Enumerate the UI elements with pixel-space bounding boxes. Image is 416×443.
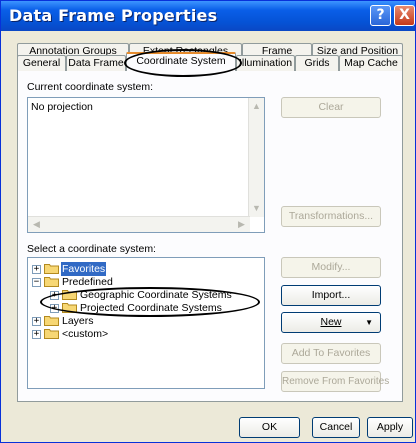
collapse-icon[interactable]: −	[32, 278, 41, 287]
remove-from-favorites-button[interactable]: Remove From Favorites	[281, 371, 389, 392]
tab-general[interactable]: General	[17, 55, 66, 71]
scroll-down-icon[interactable]: ▼	[249, 201, 264, 216]
current-cs-value: No projection	[31, 101, 93, 113]
scroll-up-icon[interactable]: ▲	[249, 99, 264, 114]
modify-button[interactable]: Modify...	[281, 257, 381, 278]
help-button[interactable]: ?	[370, 5, 391, 26]
new-button-label: New	[320, 316, 342, 328]
apply-button[interactable]: Apply	[367, 417, 413, 438]
tab-illumination[interactable]: Illumination	[236, 55, 295, 71]
dialog-window: Data Frame Properties ? X Annotation Gro…	[0, 0, 416, 443]
transformations-button[interactable]: Transformations...	[281, 206, 381, 227]
tab-map-cache[interactable]: Map Cache	[339, 55, 403, 71]
tab-coordinate-system[interactable]: Coordinate System	[126, 52, 236, 71]
folder-icon	[44, 264, 59, 274]
select-cs-label: Select a coordinate system:	[27, 243, 156, 255]
import-button[interactable]: Import...	[281, 285, 381, 306]
current-cs-textbox[interactable]: No projection ▲ ▼ ◀ ▶	[27, 97, 265, 233]
tab-row-front: General Data Frame Coordinate System Ill…	[17, 52, 403, 71]
tab-grids[interactable]: Grids	[295, 55, 339, 71]
dropdown-arrow-icon: ▼	[365, 318, 373, 327]
folder-open-icon	[44, 277, 59, 287]
expand-icon[interactable]: +	[50, 291, 59, 300]
folder-icon	[44, 316, 59, 326]
title-bar[interactable]: Data Frame Properties ? X	[1, 1, 415, 31]
horizontal-scrollbar[interactable]: ◀ ▶	[28, 216, 250, 232]
expand-icon[interactable]: +	[32, 317, 41, 326]
expand-icon[interactable]: +	[32, 265, 41, 274]
tree-node-label: Favorites	[61, 262, 107, 276]
window-title: Data Frame Properties	[9, 6, 218, 25]
add-to-favorites-button[interactable]: Add To Favorites	[281, 343, 381, 364]
vertical-scrollbar[interactable]: ▲ ▼	[248, 98, 264, 217]
tab-panel: Current coordinate system: No projection…	[17, 70, 403, 402]
ok-button[interactable]: OK	[239, 417, 300, 438]
close-button[interactable]: X	[394, 5, 415, 26]
scroll-left-icon[interactable]: ◀	[29, 217, 44, 232]
cancel-button[interactable]: Cancel	[312, 417, 360, 438]
tree-node-label: Layers	[62, 315, 94, 327]
tree-node-label: Projected Coordinate Systems	[80, 302, 222, 314]
folder-icon	[62, 290, 77, 300]
expand-icon[interactable]: +	[50, 304, 59, 313]
expand-icon[interactable]: +	[32, 330, 41, 339]
clear-button[interactable]: Clear	[281, 97, 381, 118]
folder-icon	[44, 329, 59, 339]
cs-tree[interactable]: + Favorites − Predefined + Geographic Co…	[27, 257, 265, 389]
folder-icon	[62, 303, 77, 313]
tree-node-label: Geographic Coordinate Systems	[80, 289, 232, 301]
tab-data-frame[interactable]: Data Frame	[66, 55, 126, 71]
new-button[interactable]: New ▼	[281, 312, 381, 333]
current-cs-label: Current coordinate system:	[27, 81, 154, 93]
scroll-right-icon[interactable]: ▶	[234, 217, 249, 232]
tree-node-label: <custom>	[62, 328, 109, 340]
tree-node-label: Predefined	[62, 276, 113, 288]
